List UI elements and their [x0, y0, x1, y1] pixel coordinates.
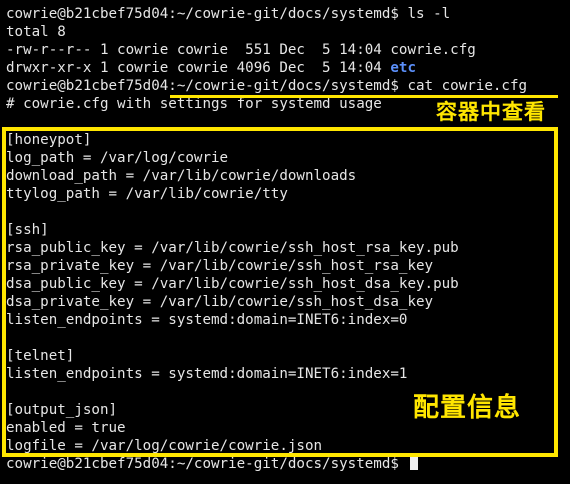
- config-info-annotation: 配置信息: [413, 393, 522, 423]
- terminal-cursor: [410, 456, 419, 470]
- container-view-annotation: 容器中查看: [436, 100, 546, 124]
- prompt-ls-command: cowrie@b21cbef75d04:~/cowrie-git/docs/sy…: [6, 6, 451, 22]
- dir-entry-name: etc: [390, 60, 416, 76]
- prompt-final-text: cowrie@b21cbef75d04:~/cowrie-git/docs/sy…: [6, 456, 408, 472]
- ls-dir-entry: drwxr-xr-x 1 cowrie cowrie 4096 Dec 5 14…: [6, 59, 570, 77]
- prompt-final[interactable]: cowrie@b21cbef75d04:~/cowrie-git/docs/sy…: [6, 455, 570, 473]
- dir-entry-details: drwxr-xr-x 1 cowrie cowrie 4096 Dec 5 14…: [6, 60, 391, 76]
- prompt-cat-command: cowrie@b21cbef75d04:~/cowrie-git/docs/sy…: [6, 78, 528, 94]
- ls-file-entry: -rw-r--r-- 1 cowrie cowrie 551 Dec 5 14:…: [6, 42, 476, 58]
- ls-total-line: total 8: [6, 24, 66, 40]
- terminal-window[interactable]: cowrie@b21cbef75d04:~/cowrie-git/docs/sy…: [0, 0, 570, 484]
